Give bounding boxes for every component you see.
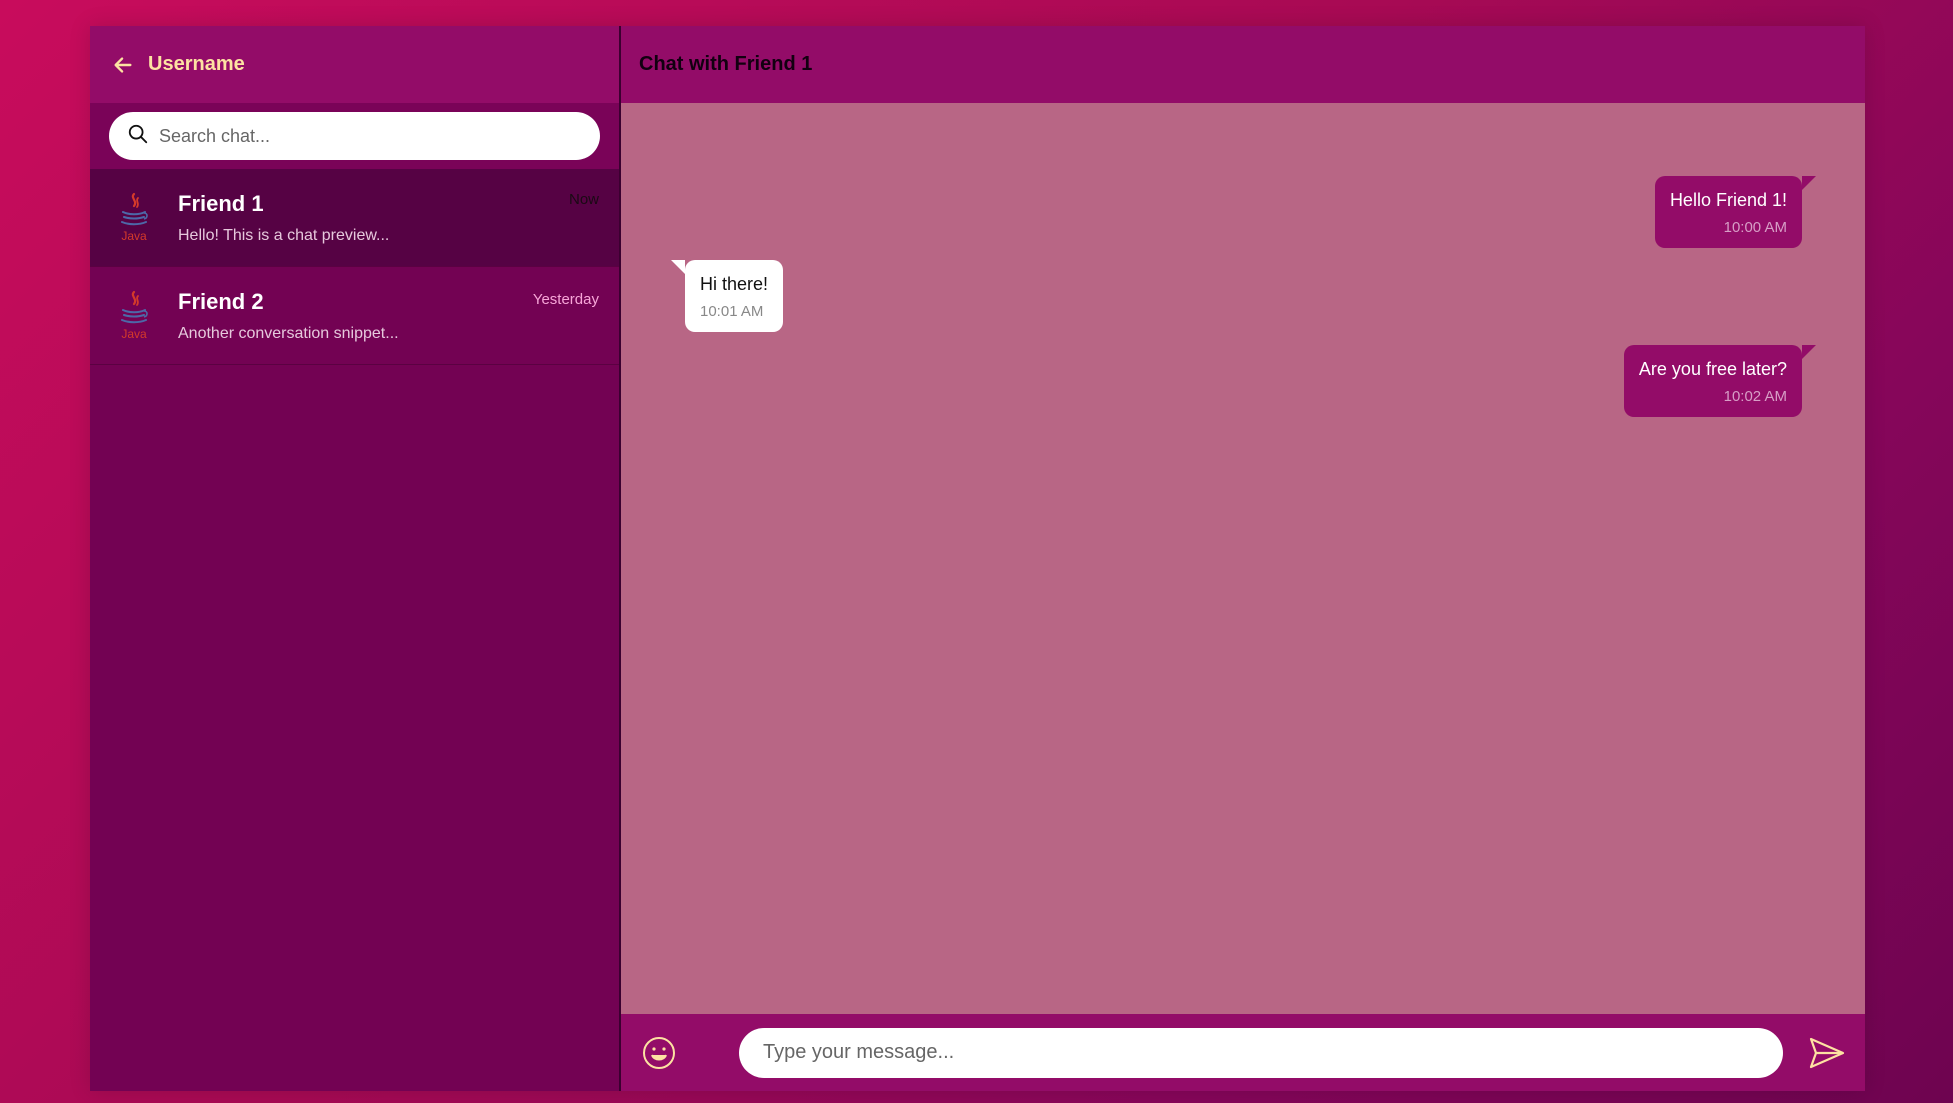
- chat-list: Java Friend 1 Hello! This is a chat prev…: [90, 169, 619, 1091]
- chat-app: Username Search chat... Java Friend 1 He…: [90, 26, 1865, 1091]
- chat-header: Chat with Friend 1: [621, 26, 1865, 103]
- message-input-box[interactable]: [739, 1027, 1783, 1078]
- search-box[interactable]: [109, 112, 600, 160]
- svg-text:Java: Java: [121, 229, 147, 243]
- message-text: Hi there!: [700, 274, 769, 294]
- message-text: Are you free later?: [1638, 359, 1787, 379]
- chat-item-friend-2[interactable]: Java Friend 2 Another conversation snipp…: [90, 267, 619, 365]
- chat-title: Chat with Friend 1: [639, 53, 813, 75]
- chat-panel: Chat with Friend 1 Hello Friend 1! 10:00…: [621, 26, 1865, 1091]
- chat-name: Friend 1: [178, 190, 264, 216]
- java-logo-icon: Java: [114, 188, 154, 248]
- send-icon[interactable]: [1807, 1033, 1847, 1073]
- chat-preview: Hello! This is a chat preview...: [178, 226, 390, 244]
- message-time: 10:02 AM: [1723, 388, 1787, 405]
- chat-item-friend-1[interactable]: Java Friend 1 Hello! This is a chat prev…: [90, 169, 619, 267]
- arrow-left-icon[interactable]: [110, 52, 136, 78]
- message-bubble-outgoing: Are you free later? 10:02 AM: [1623, 345, 1817, 417]
- sidebar: Username Search chat... Java Friend 1 He…: [90, 26, 621, 1091]
- search-icon: [127, 123, 149, 150]
- chat-info: Friend 1 Hello! This is a chat preview..…: [178, 191, 619, 245]
- message-bubble-incoming: Hi there! 10:01 AM: [670, 260, 784, 332]
- smiley-icon[interactable]: [641, 1035, 677, 1071]
- chat-time: Now: [568, 191, 599, 208]
- chat-time: Yesterday: [532, 291, 599, 308]
- search-area: [90, 103, 619, 169]
- message-area[interactable]: Hello Friend 1! 10:00 AM Hi there! 10:01…: [621, 103, 1865, 1014]
- sidebar-header: Username: [90, 26, 619, 103]
- message-time: 10:01 AM: [700, 303, 764, 320]
- message-text: Hello Friend 1!: [1669, 190, 1787, 210]
- composer-bar: [621, 1014, 1865, 1091]
- java-logo-icon: Java: [114, 286, 154, 346]
- svg-text:Java: Java: [121, 327, 147, 341]
- message-input[interactable]: [763, 1041, 1783, 1064]
- message-bubble-outgoing: Hello Friend 1! 10:00 AM: [1654, 176, 1817, 248]
- username: Username: [148, 53, 245, 75]
- search-input[interactable]: [159, 125, 600, 147]
- message-time: 10:00 AM: [1723, 219, 1787, 236]
- chat-preview: Another conversation snippet...: [178, 324, 399, 342]
